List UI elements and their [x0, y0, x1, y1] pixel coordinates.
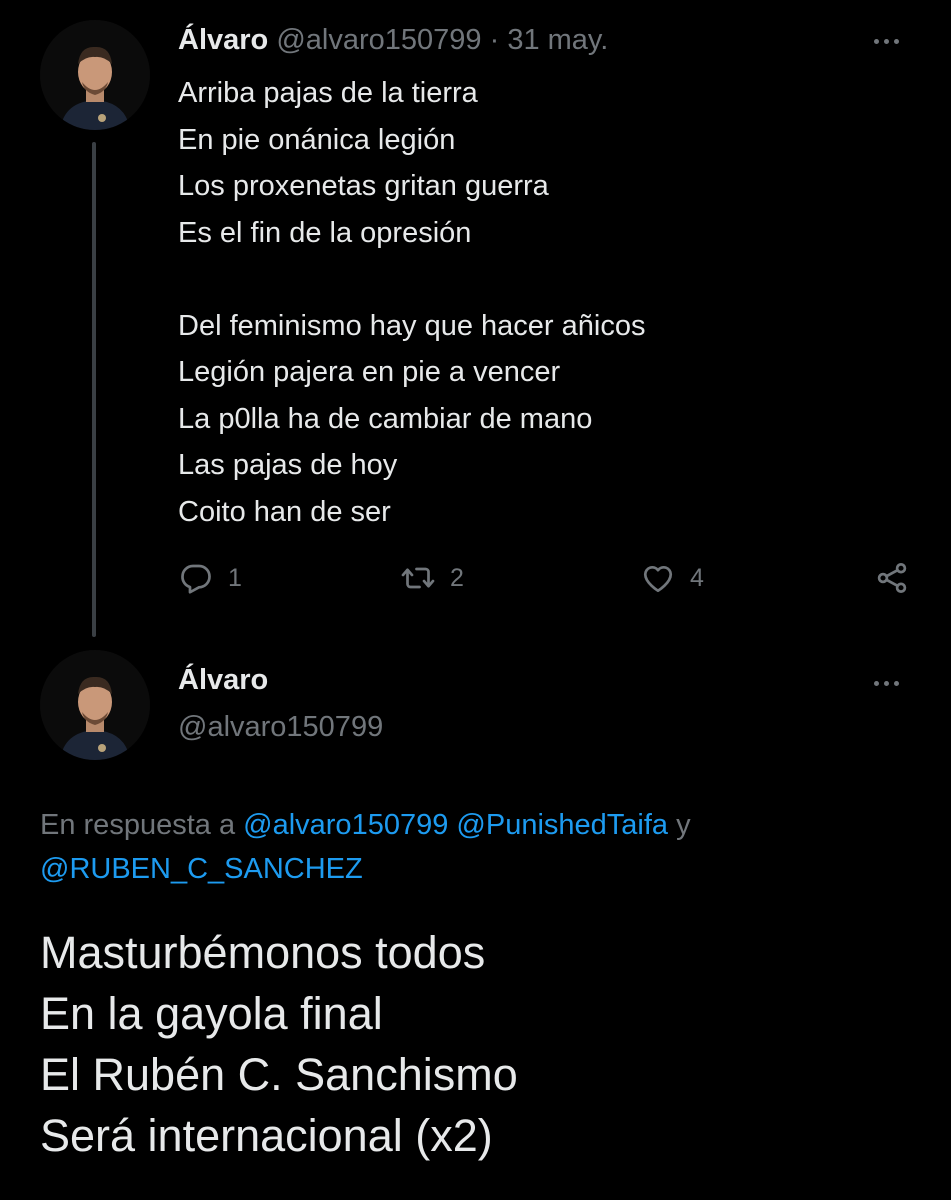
tweet-text-line: En la gayola final [40, 988, 383, 1039]
mention-link[interactable]: @alvaro150799 [243, 809, 448, 841]
tweet-text-line: Es el fin de la opresión [178, 216, 472, 249]
replying-to: En respuesta a @alvaro150799 @PunishedTa… [40, 803, 920, 891]
tweet-text: Masturbémonos todos En la gayola final E… [40, 922, 930, 1166]
more-horizontal-icon [873, 680, 899, 686]
retweet-icon [400, 560, 436, 596]
tweet-text: Arriba pajas de la tierra En pie onánica… [178, 70, 898, 535]
more-options-button[interactable] [866, 31, 906, 51]
like-button[interactable]: 4 [640, 556, 704, 600]
tweet-text-line: Será internacional (x2) [40, 1110, 493, 1161]
avatar[interactable] [40, 650, 150, 760]
reply-icon [178, 560, 214, 596]
share-button[interactable] [874, 556, 910, 600]
author-name[interactable]: Álvaro [178, 24, 268, 56]
retweet-button[interactable]: 2 [400, 556, 464, 600]
reply-button[interactable]: 1 [178, 556, 242, 600]
tweet-text-line: Las pajas de hoy [178, 449, 398, 481]
reply-prefix: En respuesta a [40, 809, 244, 841]
share-icon [874, 560, 910, 596]
avatar[interactable] [40, 20, 150, 130]
like-count: 4 [690, 563, 704, 592]
reply-count: 1 [228, 563, 242, 592]
tweet-text-line [178, 256, 898, 303]
thread-connector-line [92, 142, 96, 637]
author-handle[interactable]: @alvaro150799 [178, 711, 383, 744]
author-name[interactable]: Álvaro [178, 664, 268, 697]
tweet-text-line: Arriba pajas de la tierra [178, 77, 478, 109]
tweet-text-line: Coito han de ser [178, 495, 391, 528]
header-separator: · [489, 24, 500, 56]
more-horizontal-icon [873, 38, 899, 44]
heart-icon [640, 560, 676, 596]
retweet-count: 2 [450, 563, 464, 592]
mention-link[interactable]: @RUBEN_C_SANCHEZ [40, 853, 363, 885]
reply-conjunction: y [668, 809, 691, 841]
tweet-header: Álvaro @alvaro150799 · 31 may. [178, 22, 608, 58]
tweet-text-line: Del feminismo hay que hacer añicos [178, 309, 646, 342]
tweet-text-line: Los proxenetas gritan guerra [178, 170, 549, 202]
tweet-text-line: En pie onánica legión [178, 123, 456, 156]
tweet-text-line: Masturbémonos todos [40, 927, 486, 978]
more-options-button[interactable] [866, 673, 906, 693]
tweet-text-line: Legión pajera en pie a vencer [178, 356, 561, 388]
tweet-text-line: La p0lla ha de cambiar de mano [178, 402, 593, 435]
tweet-text-line: El Rubén C. Sanchismo [40, 1049, 518, 1100]
mention-link[interactable]: @PunishedTaifa [456, 809, 668, 841]
tweet-date[interactable]: 31 may. [507, 24, 608, 56]
author-handle[interactable]: @alvaro150799 [276, 24, 481, 56]
